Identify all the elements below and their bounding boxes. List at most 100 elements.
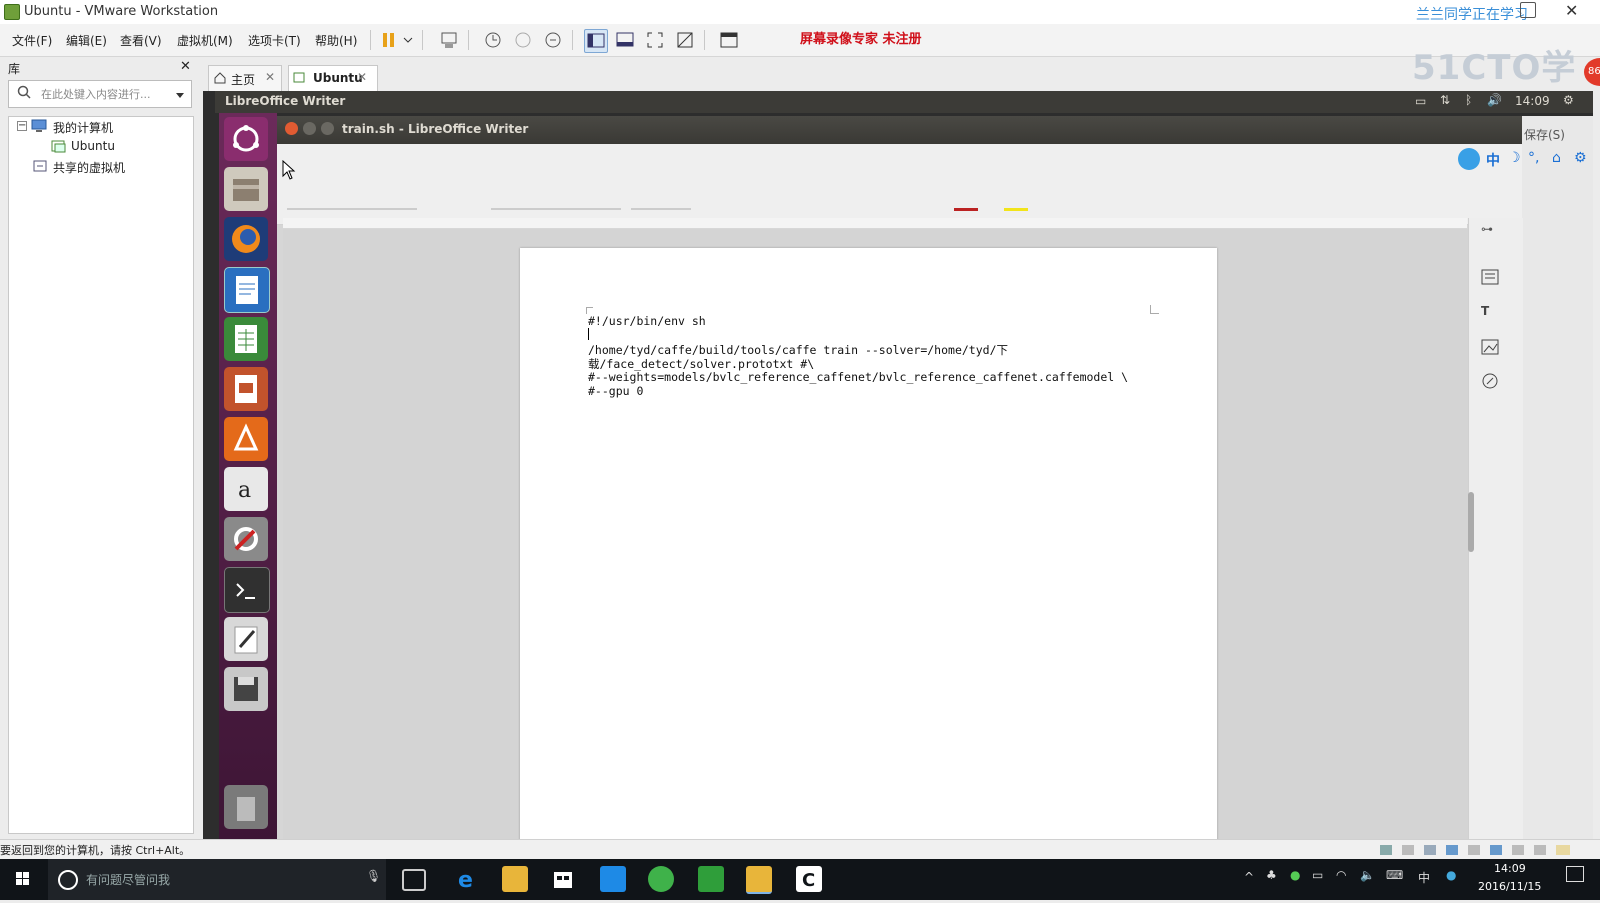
menu-view[interactable]: 查看(V): [120, 32, 162, 49]
bluetooth-icon[interactable]: ᛒ: [1465, 93, 1472, 107]
ime-settings-icon[interactable]: ⚙: [1574, 150, 1587, 166]
taskbar-time[interactable]: 14:09: [1494, 862, 1526, 875]
wifi-icon[interactable]: ◠: [1336, 868, 1346, 882]
save-disk-icon[interactable]: [224, 667, 268, 711]
clock[interactable]: 14:09: [1515, 94, 1550, 108]
mail-client-icon[interactable]: [600, 866, 626, 892]
document-page[interactable]: [520, 248, 1217, 848]
taskbar-date[interactable]: 2016/11/15: [1478, 880, 1541, 893]
collapse-icon[interactable]: −: [17, 121, 27, 131]
ime-tray-icon[interactable]: ●: [1446, 868, 1456, 882]
pause-icon[interactable]: [378, 29, 400, 51]
font-name-box[interactable]: [491, 208, 621, 210]
close-icon[interactable]: ✕: [1565, 1, 1578, 20]
styles-icon[interactable]: T: [1481, 304, 1489, 318]
impress-icon[interactable]: [224, 367, 268, 411]
revert-snapshot-icon[interactable]: [512, 29, 534, 51]
keyboard-icon[interactable]: ⌨: [1386, 868, 1403, 882]
cortana-search-input[interactable]: 有问题尽管问我 🎙: [48, 859, 386, 900]
paragraph-style-box[interactable]: [287, 208, 417, 210]
input-language[interactable]: 中: [1418, 869, 1430, 886]
windows-start-icon[interactable]: [0, 859, 46, 900]
guest-right-region: 保存(S): [1522, 116, 1593, 839]
browser-360-icon[interactable]: [648, 866, 674, 892]
snapshot-manager-icon[interactable]: [542, 29, 564, 51]
firefox-icon[interactable]: [224, 217, 268, 261]
margin-corner: [1150, 305, 1159, 314]
dash-home-icon[interactable]: [224, 117, 268, 161]
tab-close-icon[interactable]: ✕: [357, 70, 367, 84]
save-label[interactable]: 保存(S): [1524, 126, 1565, 143]
software-center-icon[interactable]: [224, 417, 268, 461]
device-status-icons[interactable]: [1380, 843, 1570, 857]
edge-icon[interactable]: e: [454, 866, 480, 893]
ime-chinese-mode[interactable]: 中: [1486, 150, 1500, 170]
store-icon[interactable]: [550, 866, 576, 892]
volume-icon[interactable]: 🔊: [1487, 93, 1502, 107]
vmware-taskbar-icon[interactable]: [746, 866, 772, 894]
thumbnail-bar-icon[interactable]: [614, 29, 636, 51]
files-icon[interactable]: [224, 167, 268, 211]
task-view-icon[interactable]: [402, 869, 426, 891]
trash-icon[interactable]: [224, 785, 268, 829]
tab-ubuntu[interactable]: Ubuntu ✕: [288, 65, 378, 92]
tree-item-shared-vms[interactable]: 共享的虚拟机: [53, 159, 125, 176]
microphone-icon[interactable]: 🎙: [366, 869, 381, 883]
ime-toolbar[interactable]: 中 ☽ °, ⌂ ⚙: [1458, 148, 1593, 170]
menu-vm[interactable]: 虚拟机(M): [177, 32, 233, 49]
battery-icon[interactable]: ▭: [1312, 868, 1323, 882]
tray-360-icon[interactable]: ●: [1290, 868, 1300, 882]
close-icon[interactable]: [285, 122, 298, 135]
ime-skin-icon[interactable]: ⌂: [1552, 150, 1561, 166]
properties-icon[interactable]: [1481, 268, 1499, 289]
unity-mode-icon[interactable]: [674, 29, 696, 51]
horizontal-ruler[interactable]: [283, 218, 1467, 229]
navigator-icon[interactable]: [1481, 372, 1499, 393]
tray-app-icon[interactable]: ♣: [1266, 868, 1277, 882]
tree-item-ubuntu[interactable]: Ubuntu: [71, 139, 115, 153]
fullscreen-icon[interactable]: [644, 29, 666, 51]
font-color-icon[interactable]: [954, 208, 978, 211]
ime-punctuation-icon[interactable]: °,: [1528, 150, 1539, 166]
font-size-box[interactable]: [631, 208, 691, 210]
text-editor-icon[interactable]: [224, 617, 268, 661]
file-explorer-icon[interactable]: [502, 866, 528, 892]
keyboard-icon[interactable]: ▭: [1415, 94, 1426, 108]
minimize-icon[interactable]: [1520, 2, 1536, 18]
action-center-icon[interactable]: [1566, 866, 1584, 882]
vertical-scrollbar[interactable]: [1468, 492, 1474, 552]
snapshot-icon[interactable]: [482, 29, 504, 51]
code-line: #--gpu 0: [588, 384, 644, 398]
show-library-icon[interactable]: [584, 29, 608, 53]
library-search-input[interactable]: 在此处键入内容进行...: [8, 80, 192, 108]
gallery-icon[interactable]: [1481, 338, 1499, 359]
library-close-icon[interactable]: ✕: [180, 59, 191, 74]
sidebar-settings-icon[interactable]: ⊶: [1481, 222, 1493, 236]
menu-edit[interactable]: 编辑(E): [66, 32, 107, 49]
console-view-icon[interactable]: [718, 29, 740, 51]
tab-home[interactable]: 主页 ✕: [208, 65, 282, 92]
system-settings-icon[interactable]: [224, 517, 268, 561]
gear-icon[interactable]: ⚙: [1563, 93, 1574, 107]
highlight-color-icon[interactable]: [1004, 208, 1028, 211]
tray-expand-icon[interactable]: ^: [1244, 870, 1254, 884]
chevron-down-icon[interactable]: [175, 89, 185, 103]
menu-help[interactable]: 帮助(H): [315, 32, 357, 49]
menu-file[interactable]: 文件(F): [12, 32, 52, 49]
menu-tabs[interactable]: 选项卡(T): [248, 32, 301, 49]
chevron-down-icon[interactable]: [402, 29, 414, 51]
terminal-icon[interactable]: [224, 567, 270, 613]
screen-recorder-icon[interactable]: C: [796, 866, 822, 892]
tab-close-icon[interactable]: ✕: [265, 70, 275, 84]
network-icon[interactable]: ⇅: [1440, 93, 1450, 107]
minimize-icon[interactable]: [303, 122, 316, 135]
tree-item-my-computer[interactable]: 我的计算机: [53, 119, 113, 136]
camtasia-icon[interactable]: [698, 866, 724, 892]
writer-icon[interactable]: [224, 267, 270, 313]
send-keys-icon[interactable]: [438, 29, 460, 51]
amazon-icon[interactable]: a: [224, 467, 268, 511]
maximize-icon[interactable]: [321, 122, 334, 135]
speaker-icon[interactable]: 🔈: [1360, 868, 1375, 882]
calc-icon[interactable]: [224, 317, 268, 361]
ime-halfwidth-icon[interactable]: ☽: [1508, 150, 1521, 166]
